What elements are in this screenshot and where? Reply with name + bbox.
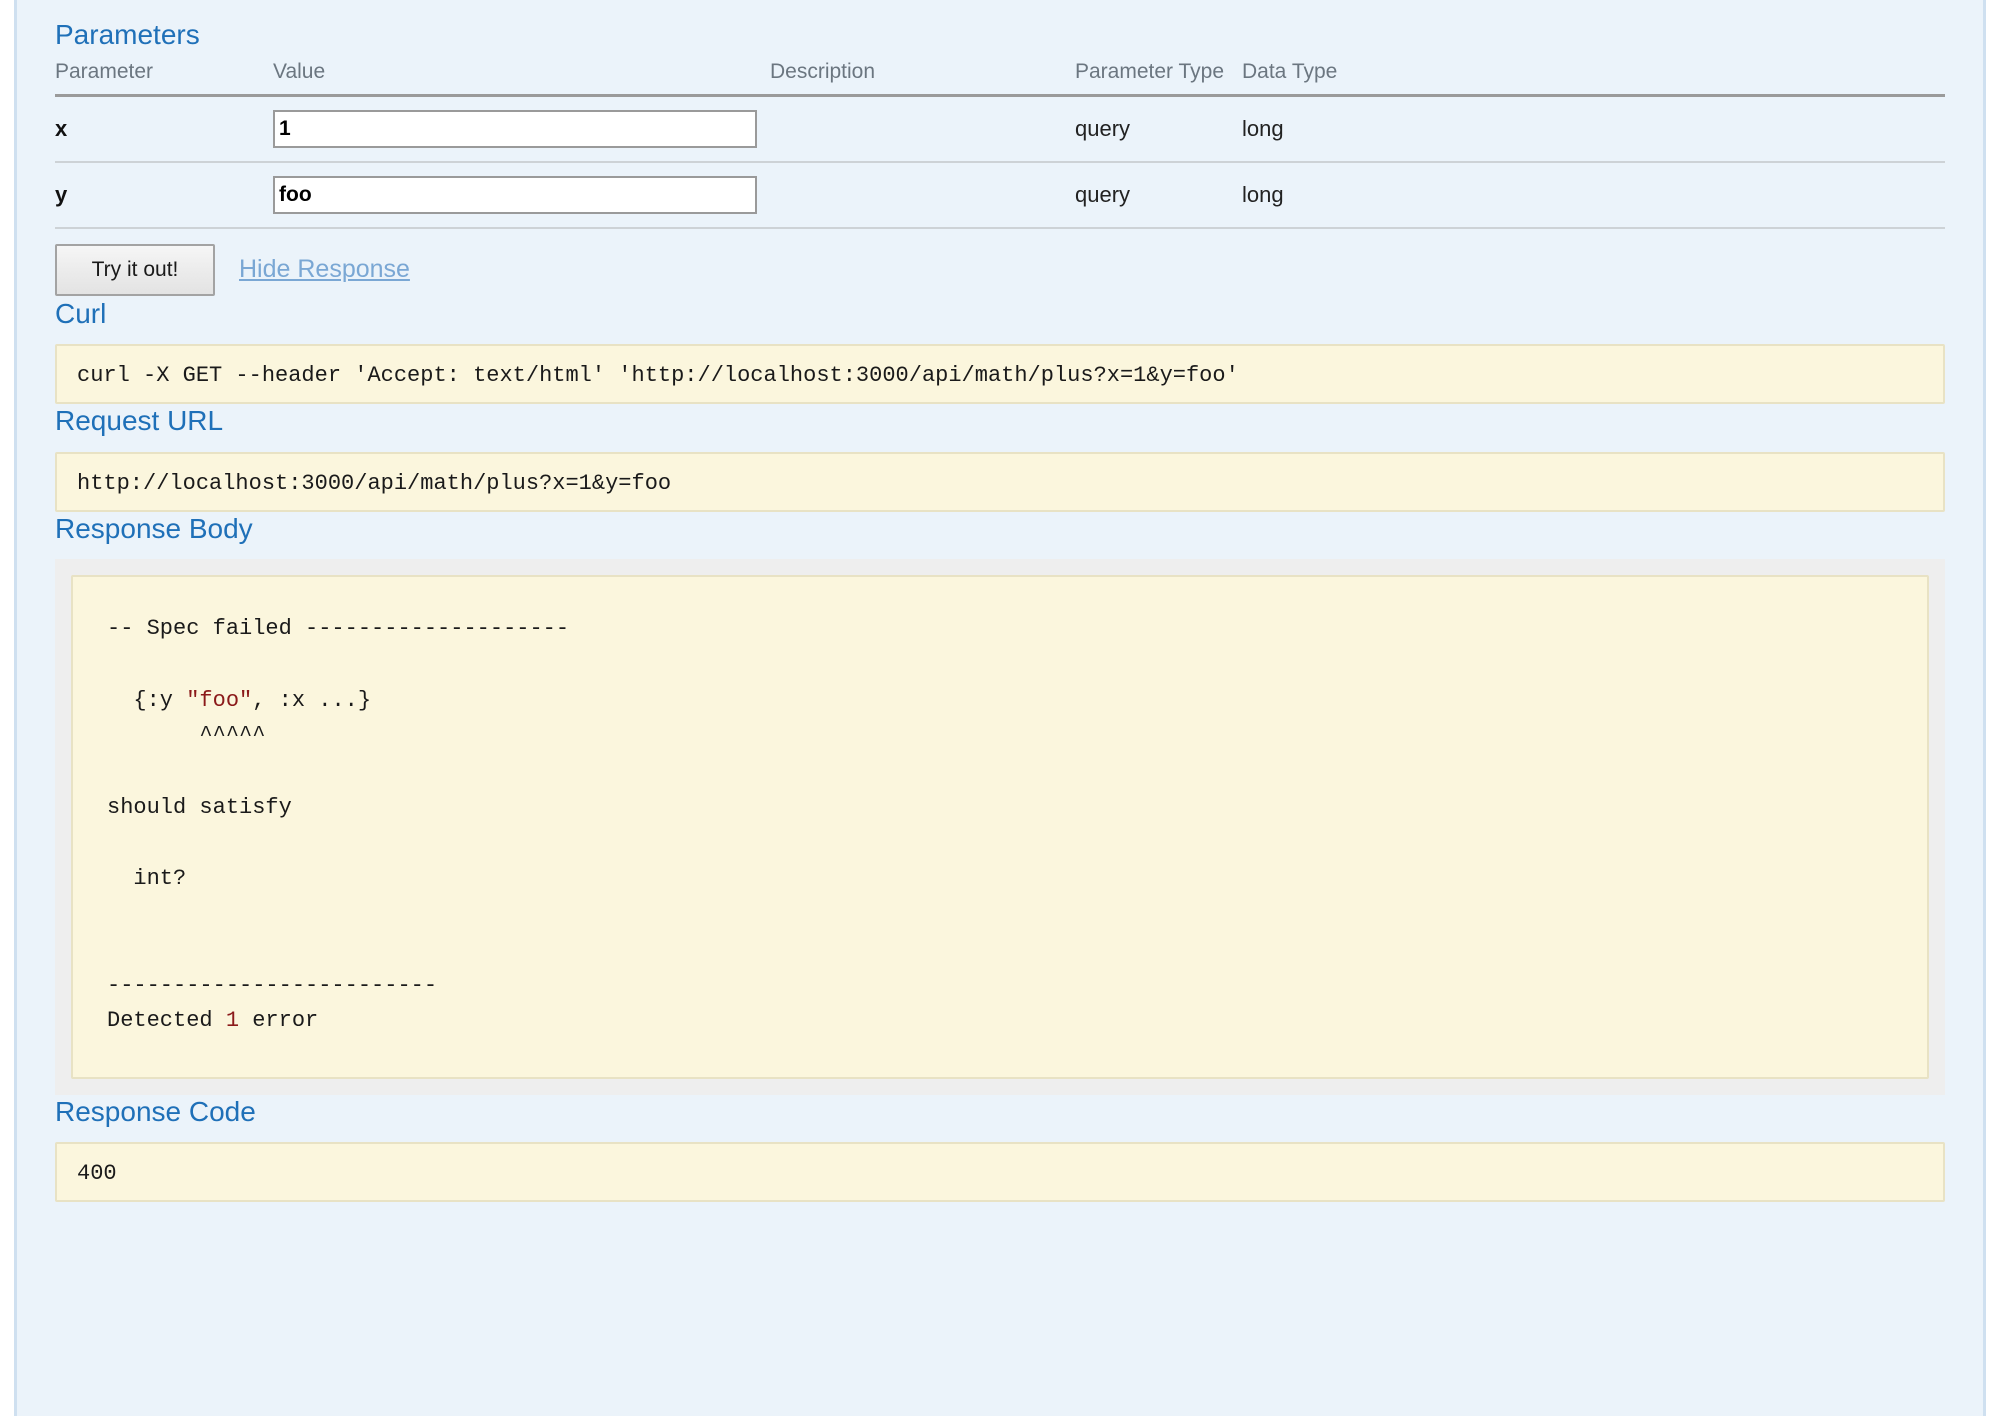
response-line-value-suffix: , :x ...} <box>252 687 372 713</box>
response-line-divider: ------------------------- <box>107 972 438 998</box>
column-header-value: Value <box>273 51 770 97</box>
curl-heading: Curl <box>55 297 107 329</box>
column-header-parameter: Parameter <box>55 51 273 97</box>
param-name-x: x <box>55 115 68 141</box>
response-body-section: Response Body -- Spec failed -----------… <box>55 512 1945 1095</box>
response-body-content[interactable]: -- Spec failed -------------------- {:y … <box>71 575 1929 1079</box>
param-value-input-x[interactable] <box>273 109 757 148</box>
param-name-cell: y <box>55 161 273 229</box>
response-line-carets: ^^^^^ <box>107 723 266 749</box>
response-error-count: 1 <box>225 1008 240 1034</box>
curl-section: Curl curl -X GET --header 'Accept: text/… <box>55 297 1945 405</box>
parameters-heading: Parameters <box>55 19 200 50</box>
column-header-parameter-type: Parameter Type <box>1075 51 1242 97</box>
param-type-cell: query <box>1075 95 1242 163</box>
parameters-header-row: Parameter Value Description Parameter Ty… <box>55 51 1945 97</box>
param-value-cell <box>273 95 770 163</box>
response-line-value-prefix: {:y <box>107 687 187 713</box>
parameters-table-body: x query long <box>55 95 1945 229</box>
hide-response-link[interactable]: Hide Response <box>239 255 410 284</box>
response-body-wrapper: -- Spec failed -------------------- {:y … <box>55 559 1945 1095</box>
param-type-x: query <box>1075 115 1131 141</box>
response-body-heading: Response Body <box>55 512 253 544</box>
request-url-section: Request URL http://localhost:3000/api/ma… <box>55 404 1945 512</box>
param-datatype-x: long <box>1242 115 1284 141</box>
response-value-string: "foo" <box>186 687 253 713</box>
response-code-section: Response Code 400 <box>55 1095 1945 1203</box>
response-code-value[interactable]: 400 <box>55 1142 1945 1203</box>
param-name-y: y <box>55 181 68 207</box>
param-description-cell <box>770 95 1075 163</box>
parameters-section: Parameters Parameter Value Description P… <box>55 18 1945 297</box>
operation-panel: Parameters Parameter Value Description P… <box>14 0 1986 1416</box>
request-url-heading: Request URL <box>55 405 224 437</box>
param-datatype-cell: long <box>1242 95 1945 163</box>
column-header-data-type: Data Type <box>1242 51 1945 97</box>
param-datatype-cell: long <box>1242 161 1945 229</box>
param-description-cell <box>770 161 1075 229</box>
response-line-detected-suffix: error <box>239 1008 319 1034</box>
response-line-predicate: int? <box>107 865 187 891</box>
curl-command[interactable]: curl -X GET --header 'Accept: text/html'… <box>55 344 1945 405</box>
param-type-cell: query <box>1075 161 1242 229</box>
response-code-heading: Response Code <box>55 1095 256 1127</box>
param-name-cell: x <box>55 95 273 163</box>
table-row: x query long <box>55 95 1945 163</box>
operation-inner: Parameters Parameter Value Description P… <box>17 18 1983 1203</box>
response-line-spec-failed: -- Spec failed -------------------- <box>107 616 570 642</box>
action-row: Try it out! Hide Response <box>55 243 1945 297</box>
parameters-table: Parameter Value Description Parameter Ty… <box>55 51 1945 229</box>
column-header-description: Description <box>770 51 1075 97</box>
response-line-should-satisfy: should satisfy <box>107 794 292 820</box>
request-url-value[interactable]: http://localhost:3000/api/math/plus?x=1&… <box>55 451 1945 512</box>
table-row: y query long <box>55 161 1945 229</box>
param-datatype-y: long <box>1242 181 1284 207</box>
param-value-input-y[interactable] <box>273 175 757 214</box>
response-line-detected-prefix: Detected <box>107 1008 226 1034</box>
param-type-y: query <box>1075 181 1131 207</box>
try-it-out-button[interactable]: Try it out! <box>55 243 215 296</box>
parameters-table-head: Parameter Value Description Parameter Ty… <box>55 51 1945 97</box>
param-value-cell <box>273 161 770 229</box>
